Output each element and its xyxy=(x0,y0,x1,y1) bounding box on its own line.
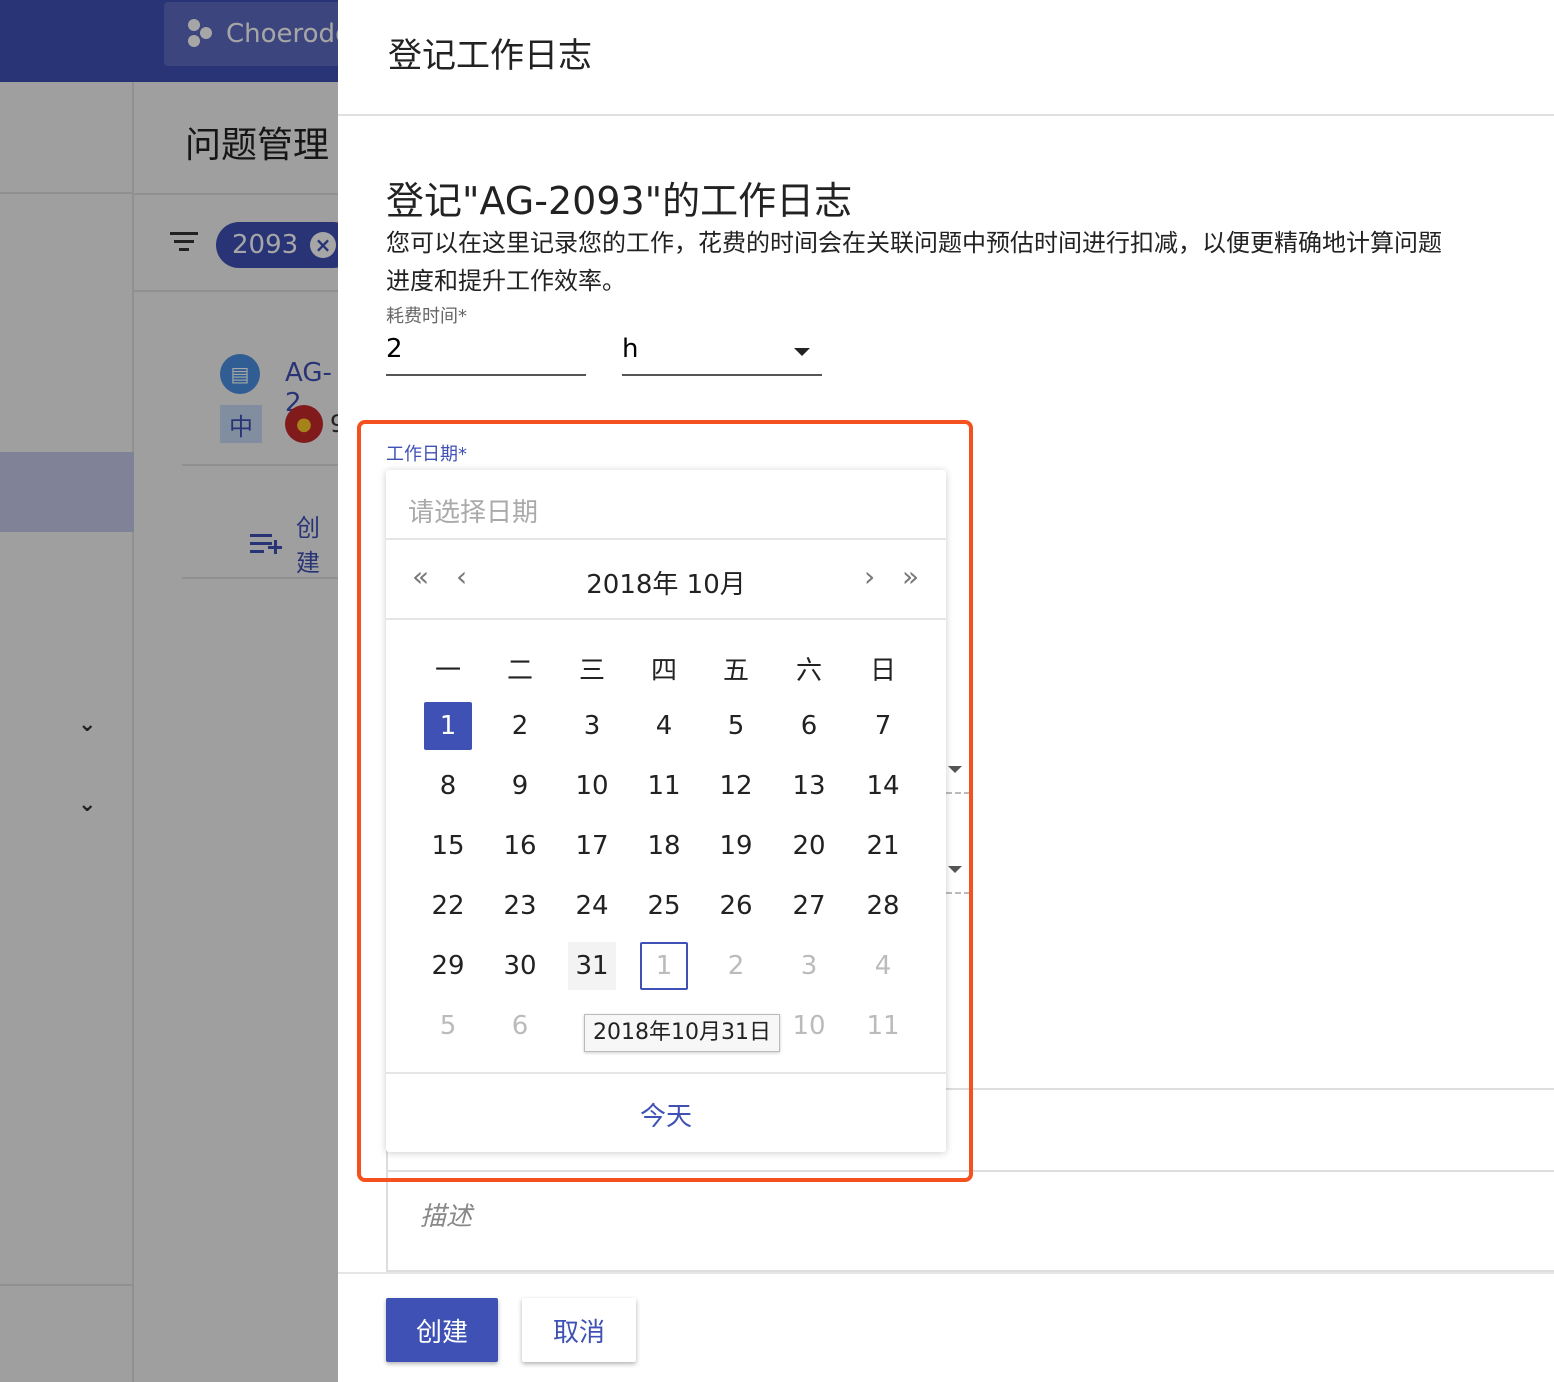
weekday-label: 二 xyxy=(506,656,533,686)
calendar-day[interactable]: 1 xyxy=(424,702,472,750)
calendar-day[interactable]: 19 xyxy=(712,822,760,870)
calendar-day[interactable]: 11 xyxy=(640,762,688,810)
calendar-day[interactable]: 16 xyxy=(496,822,544,870)
calendar-day[interactable]: 4 xyxy=(859,942,907,990)
calendar-day[interactable]: 26 xyxy=(712,882,760,930)
description-placeholder: 描述 xyxy=(420,1202,473,1232)
cancel-button[interactable]: 取消 xyxy=(522,1298,636,1362)
weekday-label: 五 xyxy=(722,656,749,686)
time-unit-select[interactable]: h xyxy=(622,330,822,376)
calendar-day[interactable]: 15 xyxy=(424,822,472,870)
calendar-day[interactable]: 5 xyxy=(424,1002,472,1050)
weekday-label: 四 xyxy=(650,656,677,686)
next-year-button[interactable]: » xyxy=(902,560,919,593)
section-description: 您可以在这里记录您的工作，花费的时间会在关联问题中预估时间进行扣减，以便更精确地… xyxy=(386,229,1442,295)
calendar-day[interactable]: 2 xyxy=(496,702,544,750)
calendar-day[interactable]: 6 xyxy=(785,702,833,750)
create-button[interactable]: 创建 xyxy=(386,1298,498,1362)
caret-down-icon[interactable] xyxy=(948,866,962,873)
calendar-day[interactable]: 23 xyxy=(496,882,544,930)
calendar-day[interactable]: 11 xyxy=(859,1002,907,1050)
calendar-day[interactable]: 5 xyxy=(712,702,760,750)
month-title[interactable]: 2018年 10月 xyxy=(386,564,946,601)
calendar-day[interactable]: 13 xyxy=(785,762,833,810)
calendar-day[interactable]: 8 xyxy=(424,762,472,810)
calendar-day[interactable]: 29 xyxy=(424,942,472,990)
caret-down-icon xyxy=(794,348,810,356)
next-month-button[interactable]: › xyxy=(864,560,875,593)
calendar-day[interactable]: 24 xyxy=(568,882,616,930)
calendar-day[interactable]: 20 xyxy=(785,822,833,870)
calendar-day[interactable]: 28 xyxy=(859,882,907,930)
calendar-day[interactable]: 17 xyxy=(568,822,616,870)
calendar-day[interactable]: 31 xyxy=(568,942,616,990)
calendar-day[interactable]: 3 xyxy=(785,942,833,990)
hidden-select-field[interactable] xyxy=(946,892,970,894)
background-app: Choerodo ⌄ ⌄ 问题管理 2093 × ▤ AG-2 中 ● 9 创建 xyxy=(0,0,338,1382)
weekday-label: 一 xyxy=(434,656,461,686)
weekday-label: 日 xyxy=(869,656,896,686)
calendar-day[interactable]: 10 xyxy=(568,762,616,810)
time-unit-value: h xyxy=(622,334,639,364)
hidden-select-field[interactable] xyxy=(946,792,970,794)
today-button[interactable]: 今天 xyxy=(386,1096,946,1133)
calendar-day[interactable]: 1 xyxy=(640,942,688,990)
calendar-day[interactable]: 2 xyxy=(712,942,760,990)
calendar-day[interactable]: 14 xyxy=(859,762,907,810)
calendar-day[interactable]: 25 xyxy=(640,882,688,930)
section-title: 登记"AG-2093"的工作日志 xyxy=(386,179,853,223)
weekday-label: 三 xyxy=(578,656,605,686)
date-picker: 请选择日期 « ‹ 2018年 10月 › » 一二三四五六日 12345678… xyxy=(386,470,946,1152)
work-date-label: 工作日期* xyxy=(386,444,467,465)
calendar-day[interactable]: 30 xyxy=(496,942,544,990)
calendar-day[interactable]: 21 xyxy=(859,822,907,870)
date-picker-header: « ‹ 2018年 10月 › » xyxy=(386,540,946,620)
drawer-title: 登记工作日志 xyxy=(388,36,592,76)
calendar-day[interactable]: 3 xyxy=(568,702,616,750)
calendar-day[interactable]: 10 xyxy=(785,1002,833,1050)
modal-mask[interactable] xyxy=(0,0,338,1382)
calendar-day[interactable]: 12 xyxy=(712,762,760,810)
calendar-day[interactable]: 4 xyxy=(640,702,688,750)
calendar-day[interactable]: 22 xyxy=(424,882,472,930)
calendar-day[interactable]: 27 xyxy=(785,882,833,930)
calendar-day[interactable]: 7 xyxy=(859,702,907,750)
calendar-day[interactable]: 18 xyxy=(640,822,688,870)
calendar-day[interactable]: 9 xyxy=(496,762,544,810)
time-spent-input[interactable]: 2 xyxy=(386,330,586,376)
caret-down-icon[interactable] xyxy=(948,766,962,773)
time-spent-label: 耗费时间* xyxy=(386,306,467,327)
weekday-label: 六 xyxy=(795,656,822,686)
calendar-day[interactable]: 6 xyxy=(496,1002,544,1050)
date-tooltip: 2018年10月31日 xyxy=(584,1014,780,1052)
date-input[interactable]: 请选择日期 xyxy=(386,470,946,540)
